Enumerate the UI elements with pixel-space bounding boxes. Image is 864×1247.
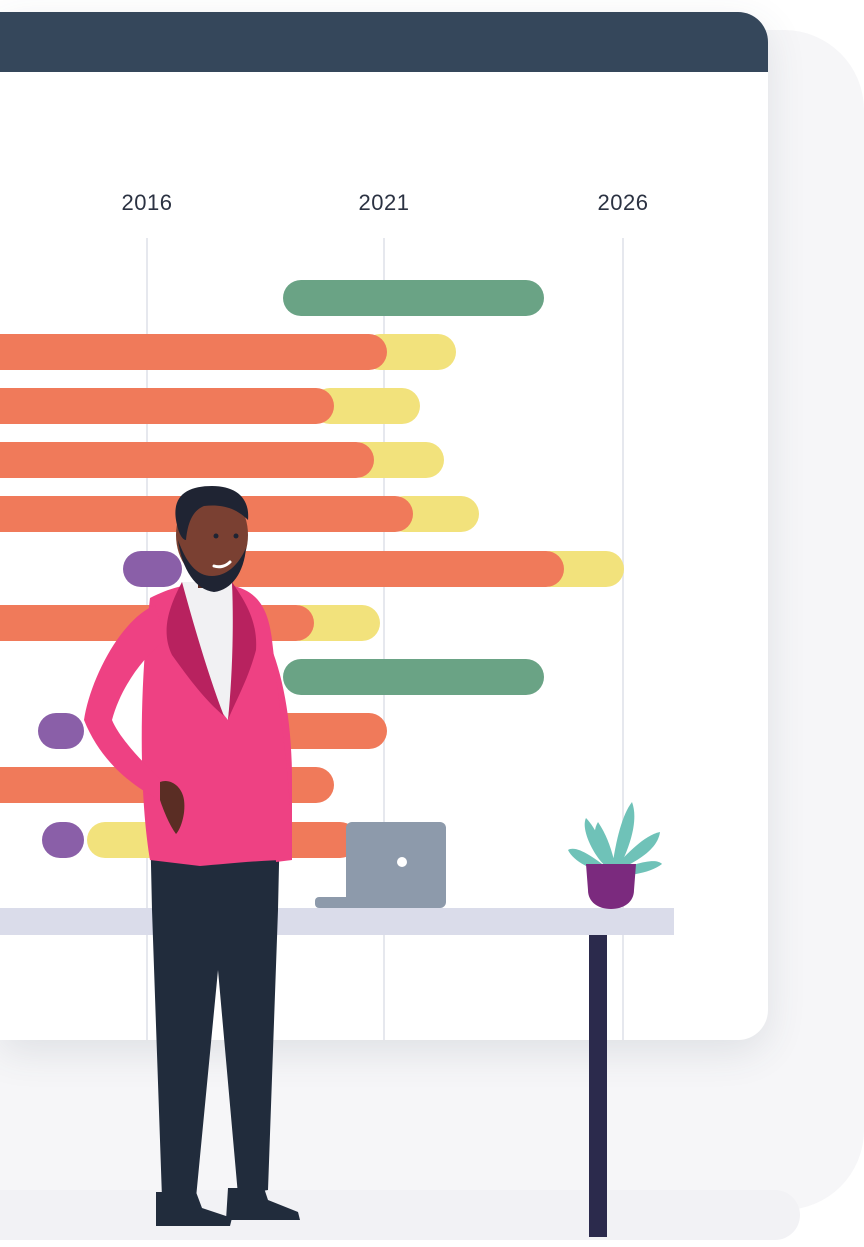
timeline-bars — [0, 280, 624, 858]
desk-top — [0, 908, 674, 935]
desk-leg — [589, 935, 607, 1237]
plant-icon — [568, 802, 662, 909]
desk — [0, 908, 674, 1237]
timeline-illustration — [0, 280, 674, 1237]
